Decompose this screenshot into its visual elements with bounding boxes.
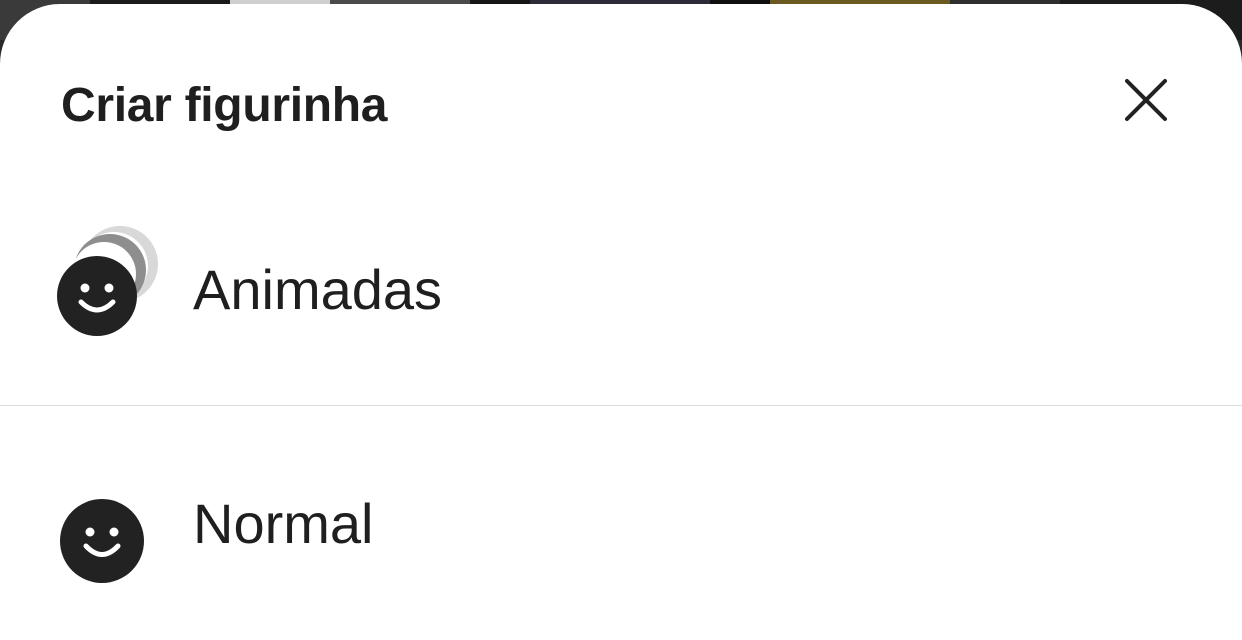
create-sticker-sheet: Criar figurinha Animadas Normal	[0, 4, 1242, 640]
option-label-animated: Animadas	[193, 258, 443, 321]
animated-sticker-icon	[57, 226, 158, 336]
sheet-title: Criar figurinha	[61, 79, 388, 132]
option-animated[interactable]: Animadas	[0, 190, 1242, 390]
option-label-normal: Normal	[193, 492, 374, 555]
option-normal[interactable]: Normal	[0, 422, 1242, 622]
close-button[interactable]	[1116, 70, 1176, 130]
close-icon	[1125, 79, 1167, 121]
divider	[0, 405, 1242, 406]
sticker-icon	[60, 499, 144, 583]
